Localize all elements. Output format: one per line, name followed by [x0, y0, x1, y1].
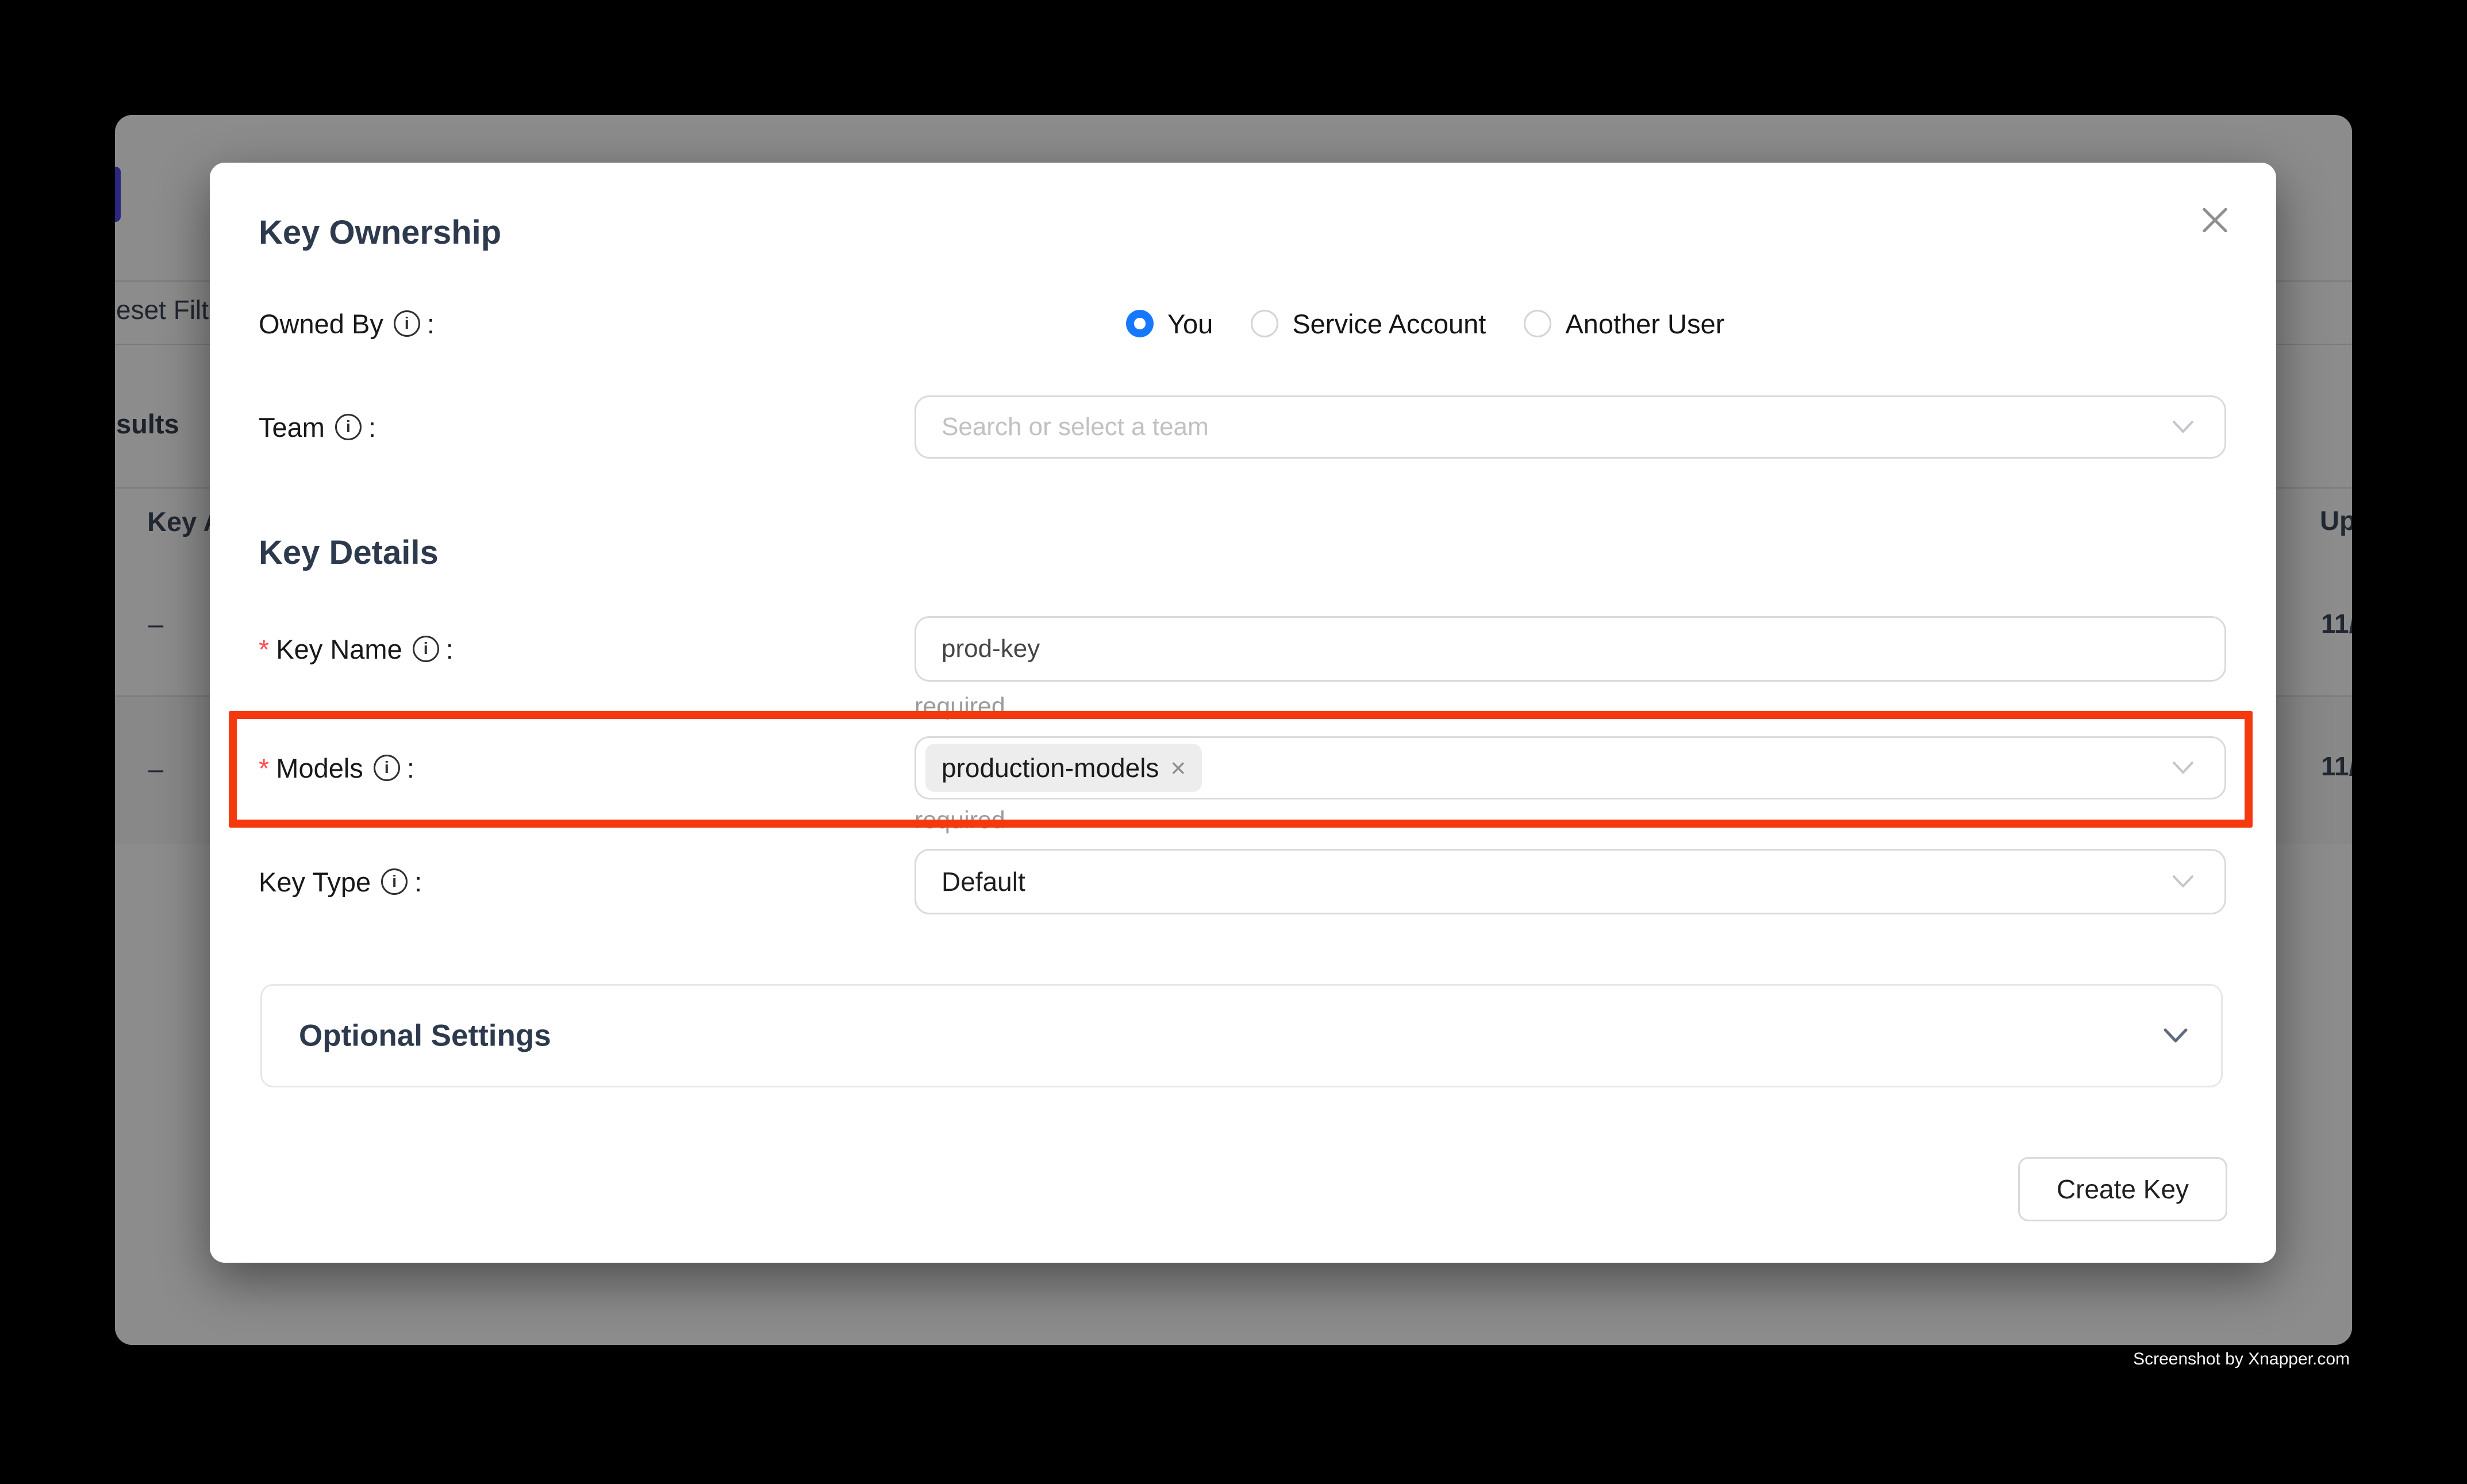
radio-label: Another User — [1565, 308, 1724, 340]
label-colon: : — [427, 308, 435, 340]
remove-tag-icon[interactable]: × — [1170, 755, 1186, 781]
team-select[interactable] — [914, 395, 2226, 459]
key-type-selected-value: Default — [916, 866, 1025, 897]
models-label-text: Models — [276, 752, 363, 784]
radio-option-you[interactable]: You — [1126, 308, 1213, 340]
modal-title: Key Ownership — [259, 213, 501, 252]
required-asterisk: * — [259, 633, 269, 665]
key-type-label: Key Type i: — [259, 849, 422, 914]
key-name-validation-message: required — [914, 693, 1005, 721]
team-label: Teami: — [259, 395, 376, 459]
model-tag-label: production-models — [942, 752, 1159, 783]
close-button[interactable] — [2186, 191, 2243, 249]
required-asterisk: * — [259, 752, 269, 784]
chevron-down-icon — [2172, 874, 2195, 889]
label-colon: : — [446, 633, 454, 665]
label-colon: : — [414, 866, 422, 898]
key-name-input[interactable] — [916, 618, 2224, 680]
radio-label: Service Account — [1292, 308, 1486, 340]
models-validation-message: required — [914, 806, 1005, 835]
key-details-section-title: Key Details — [259, 533, 439, 572]
key-name-label-text: Key Name — [276, 633, 402, 665]
radio-option-service-account[interactable]: Service Account — [1251, 308, 1486, 340]
info-icon[interactable]: i — [381, 868, 408, 895]
selected-model-tag: production-models × — [925, 744, 1202, 792]
info-icon[interactable]: i — [394, 310, 420, 337]
optional-settings-title: Optional Settings — [299, 1018, 551, 1054]
label-colon: : — [368, 412, 376, 443]
models-label: *Modelsi: — [259, 736, 414, 799]
radio-option-another-user[interactable]: Another User — [1524, 308, 1724, 340]
key-type-select[interactable]: Default — [914, 849, 2226, 914]
owned-by-label-text: Owned By — [259, 308, 383, 340]
key-type-label-text: Key Type — [259, 866, 371, 898]
owned-by-radio-group: You Service Account Another User — [1126, 295, 1724, 352]
close-icon — [2200, 205, 2230, 235]
chevron-down-icon[interactable] — [2162, 1027, 2189, 1044]
create-key-button[interactable]: Create Key — [2018, 1157, 2227, 1221]
info-icon[interactable]: i — [335, 414, 362, 440]
radio-label: You — [1167, 308, 1213, 340]
key-name-field[interactable] — [914, 616, 2226, 682]
team-label-text: Team — [259, 412, 325, 443]
radio-unselected-icon[interactable] — [1251, 310, 1278, 337]
chevron-down-icon — [2172, 420, 2195, 435]
models-multiselect[interactable]: production-models × — [914, 736, 2226, 799]
info-icon[interactable]: i — [374, 755, 400, 781]
chevron-down-icon — [2172, 760, 2195, 775]
info-icon[interactable]: i — [413, 636, 439, 662]
key-name-label: *Key Name i: — [259, 616, 454, 682]
label-colon: : — [407, 752, 414, 784]
radio-unselected-icon[interactable] — [1524, 310, 1551, 337]
owned-by-label: Owned By i: — [259, 295, 435, 352]
create-key-modal: Key Ownership Owned By i: You Service Acc… — [210, 163, 2276, 1263]
watermark-text: Screenshot by Xnapper.com — [2133, 1350, 2350, 1369]
team-select-input[interactable] — [916, 397, 2224, 457]
optional-settings-expander[interactable]: Optional Settings — [260, 984, 2223, 1087]
screenshot-canvas: eset Filt sults Key Alia Up – 11/ – 11/ … — [0, 0, 2467, 1484]
radio-selected-icon[interactable] — [1126, 310, 1154, 337]
